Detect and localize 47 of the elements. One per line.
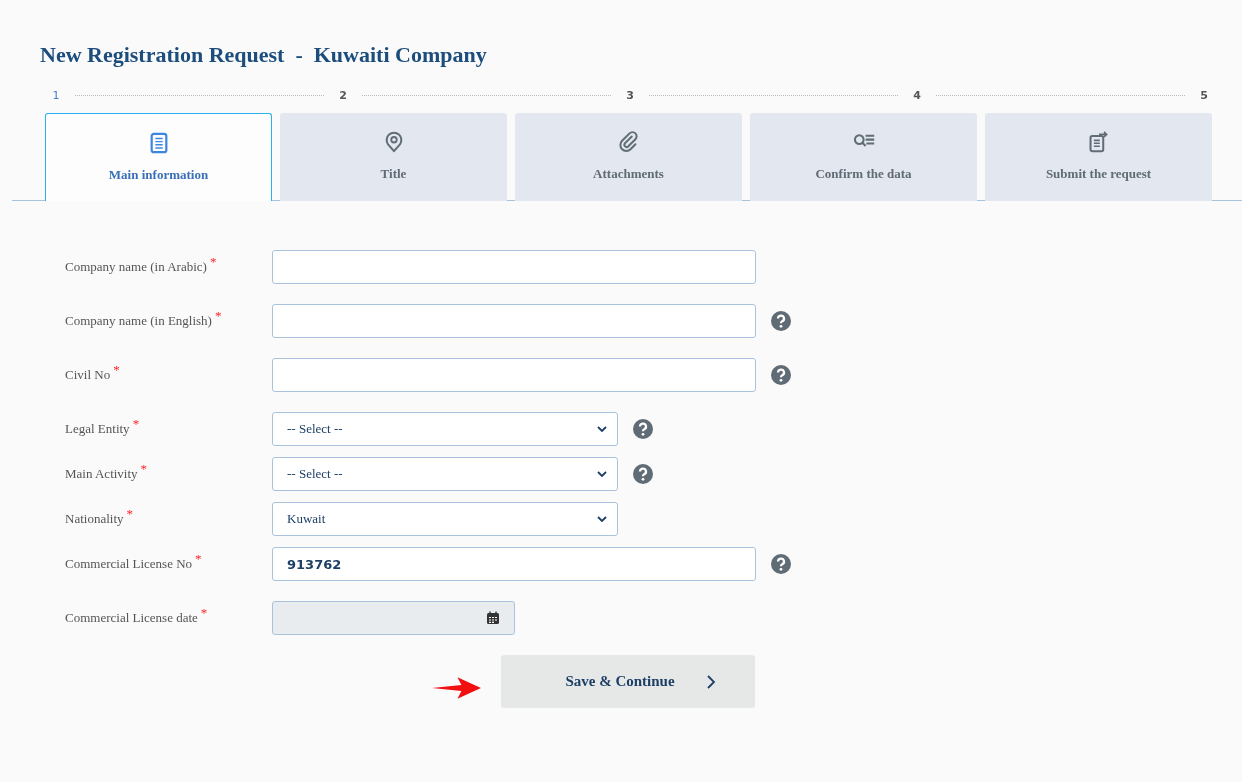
step-tab[interactable]: Submit the request [985,113,1212,201]
step-number: 5 [1199,88,1209,102]
field-label: Civil No [65,367,111,383]
help-icon[interactable] [771,554,791,574]
chevron-down-icon [597,516,607,522]
field-label: Commercial License date [65,610,198,626]
step-tab[interactable]: Main information [45,113,272,201]
select-field[interactable]: -- Select -- [272,412,618,446]
help-icon[interactable] [771,365,791,385]
field-label: Company name (in English) [65,313,212,329]
field-label: Main Activity [65,466,138,482]
required-asterisk: * [132,416,140,432]
step-tab[interactable]: Title [280,113,507,201]
required-asterisk: * [195,551,202,567]
help-icon[interactable] [771,311,791,331]
text-field[interactable] [272,358,756,392]
required-asterisk: * [113,362,120,378]
chevron-down-icon [597,471,607,477]
paperclip-icon [617,131,640,153]
required-asterisk: * [140,461,148,477]
text-field[interactable] [272,250,756,284]
step-number: 2 [338,88,348,102]
calendar-icon [486,611,500,625]
help-icon[interactable] [633,464,653,484]
chevron-down-icon [597,426,607,432]
step-tab[interactable]: Attachments [515,113,742,201]
required-asterisk: * [209,254,217,270]
step-tab[interactable]: Confirm the data [750,113,977,201]
step-number: 1 [51,88,61,102]
select-field[interactable]: Kuwait [272,502,618,536]
page-title: New Registration Request - Kuwaiti Company [40,41,488,69]
field-label: Commercial License No [65,556,193,572]
help-icon[interactable] [633,419,653,439]
text-field[interactable] [272,304,756,338]
required-asterisk: * [214,308,222,324]
field-label: Nationality [65,511,124,527]
required-asterisk: * [126,506,133,522]
required-asterisk: * [200,605,208,621]
text-field[interactable]: 913762 [272,547,756,581]
step-number: 3 [625,88,635,102]
select-field[interactable]: -- Select -- [272,457,618,491]
save-continue-button[interactable]: Save & Continue [501,655,755,708]
document-arrow-icon [1087,131,1110,153]
field-label: Legal Entity [65,421,130,437]
field-label: Company name (in Arabic) [65,259,207,275]
chevron-right-icon [706,674,715,689]
step-number: 4 [912,88,922,102]
